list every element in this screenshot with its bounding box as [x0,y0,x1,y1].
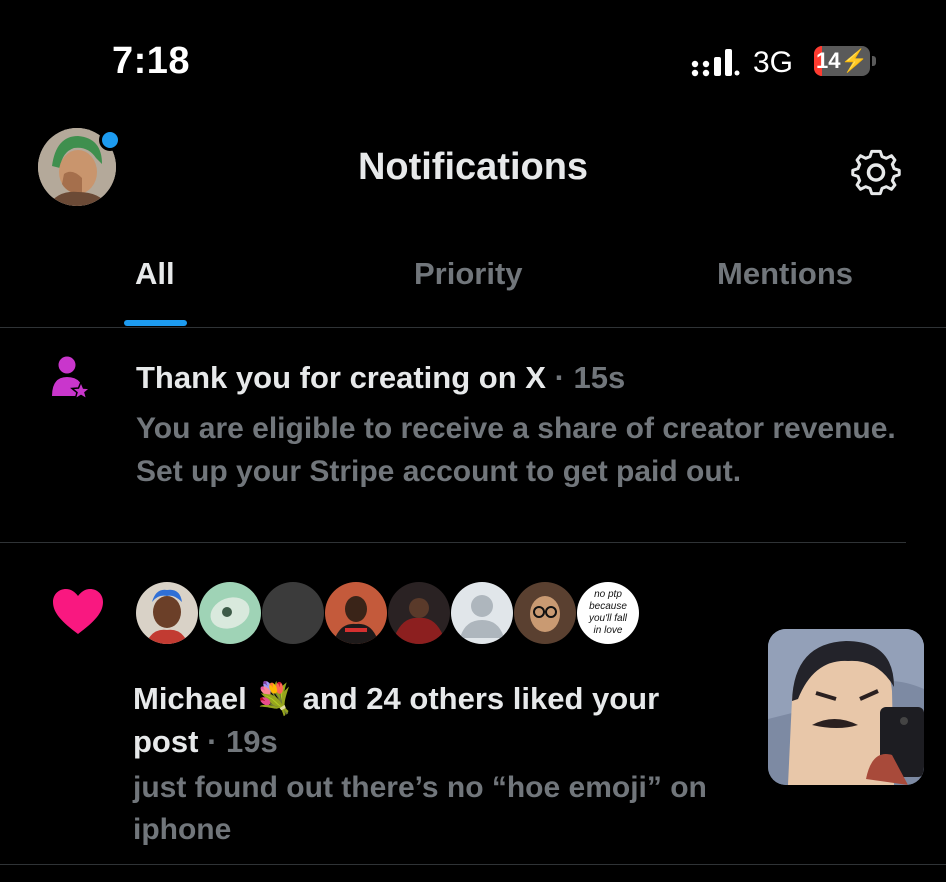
notification-divider [0,864,946,865]
notification-divider [0,542,906,543]
network-type: 3G [753,46,794,79]
battery-level: 14 [816,48,841,73]
notification-title-text: Thank you for creating on X [136,360,546,395]
liker-avatar[interactable] [388,582,450,644]
bouquet-emoji: 💐 [255,681,294,716]
charging-bolt-icon: ⚡ [840,48,868,73]
svg-text:you'll fall: you'll fall [588,613,628,624]
liker-avatar[interactable] [262,582,324,644]
notification-body: You are eligible to receive a share of c… [136,412,896,488]
gear-icon[interactable] [849,144,903,198]
liker-avatar[interactable] [199,582,261,644]
liker-avatar[interactable] [514,582,576,644]
page-title: Notifications [357,146,589,188]
liker-avatar[interactable] [325,582,387,644]
notification-title: Thank you for creating on X · 15s [136,360,625,396]
post-preview-text: just found out there’s no “hoe emoji” on… [133,771,707,846]
creator-person-star-icon [52,356,92,400]
battery-icon: 14⚡ [814,46,876,76]
heart-icon [53,589,103,634]
liker-name[interactable]: Michael [133,681,247,716]
liker-avatar-sticker[interactable]: no ptp because you'll fall in love [577,582,639,644]
likes-summary: Michael 💐 and 24 others liked your post … [133,677,733,763]
tab-all[interactable]: All [135,256,175,292]
post-media-thumbnail[interactable] [768,629,924,785]
tabs-divider [0,327,946,328]
liker-avatar[interactable] [451,582,513,644]
cellular-signal-icon [691,49,740,77]
tab-mentions[interactable]: Mentions [717,256,853,292]
tab-priority[interactable]: Priority [414,256,523,292]
notification-time: · 19s [207,724,278,759]
svg-text:in love: in love [594,625,623,636]
status-time: 7:18 [112,40,191,82]
notification-time: · 15s [554,360,626,395]
svg-text:because: because [589,601,627,612]
active-tab-indicator [124,320,187,326]
liker-avatar[interactable] [136,582,198,644]
svg-text:no ptp: no ptp [594,589,622,600]
